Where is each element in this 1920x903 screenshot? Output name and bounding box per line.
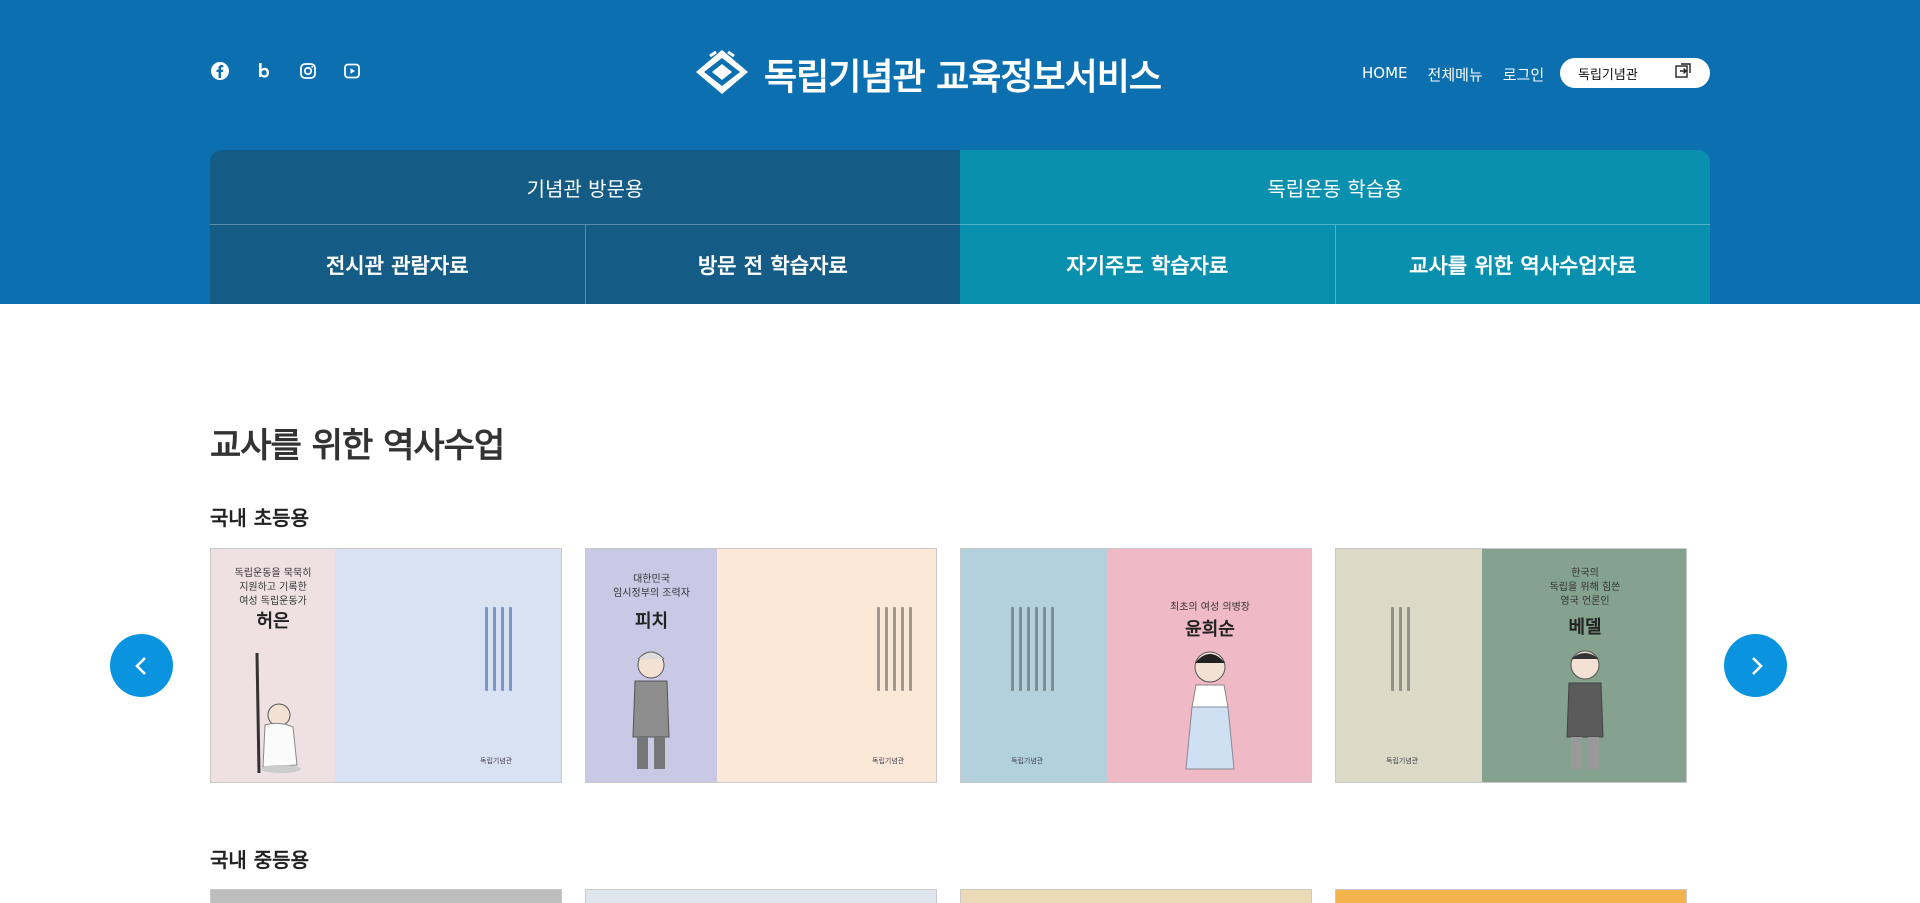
yunheesun-illustration <box>1185 651 1235 770</box>
menu-title-visit[interactable]: 기념관 방문용 <box>210 150 960 225</box>
top-navigation: HOME 전체메뉴 로그인 <box>1362 64 1544 85</box>
chevron-right-icon <box>1751 656 1763 675</box>
book-name: 피치 <box>634 611 669 632</box>
book-card[interactable] <box>210 889 562 903</box>
independence-hall-emblem-icon <box>694 48 750 100</box>
page-title: 교사를 위한 역사수업 <box>210 426 505 466</box>
site-logo[interactable]: 독립기념관 교육정보서비스 <box>694 48 1162 100</box>
publisher-label: 독립기념관 <box>872 757 905 765</box>
site-header: 독립기념관 교육정보서비스 HOME 전체메뉴 로그인 독립기념관 기념관 방문… <box>0 0 1920 304</box>
book-carousel-middle <box>210 889 1710 903</box>
publisher-label: 독립기념관 <box>1386 757 1419 765</box>
main-menu: 기념관 방문용 전시관 관람자료 방문 전 학습자료 독립운동 학습용 자기주도… <box>210 150 1710 304</box>
fitch-illustration <box>632 651 670 769</box>
publisher-label: 독립기념관 <box>480 757 513 765</box>
all-menu-link[interactable]: 전체메뉴 <box>1428 64 1483 85</box>
book-card[interactable] <box>1335 889 1687 903</box>
menu-item-self-study-materials[interactable]: 자기주도 학습자료 <box>960 225 1335 304</box>
chevron-left-icon <box>134 656 146 675</box>
external-link-icon <box>1674 62 1692 84</box>
book-name: 베델 <box>1568 617 1602 638</box>
book-subtitle: 최초의 여성 의병장 <box>1170 602 1250 613</box>
book-subtitle: 대한민국 임시정부의 조력자 <box>613 574 690 599</box>
blog-icon[interactable] <box>253 60 275 82</box>
menu-item-pre-visit-materials[interactable]: 방문 전 학습자료 <box>584 225 961 304</box>
menu-item-exhibition-materials[interactable]: 전시관 관람자료 <box>210 225 585 304</box>
home-link[interactable]: HOME <box>1362 64 1408 85</box>
site-select-label: 독립기념관 <box>1578 67 1638 83</box>
carousel-prev-button[interactable] <box>110 634 173 697</box>
book-card-heoeun[interactable]: 독립운동을 묵묵히 지원하고 기록한 여성 독립운동가 허은 독립기념관 <box>210 548 562 783</box>
site-select-button[interactable]: 독립기념관 <box>1560 58 1710 88</box>
menu-group-study: 독립운동 학습용 자기주도 학습자료 교사를 위한 역사수업자료 <box>960 150 1710 304</box>
publisher-label: 독립기념관 <box>1011 757 1044 765</box>
section-title-middle: 국내 중등용 <box>210 848 309 872</box>
social-links <box>209 60 363 82</box>
site-title: 독립기념관 교육정보서비스 <box>764 57 1162 98</box>
section-title-elementary: 국내 초등용 <box>210 506 309 530</box>
book-card[interactable] <box>585 889 937 903</box>
book-subtitle: 한국의 독립을 위해 힘쓴 영국 언론인 <box>1549 568 1621 607</box>
carousel-next-button[interactable] <box>1724 634 1787 697</box>
book-card-bethell[interactable]: 독립기념관 한국의 독립을 위해 힘쓴 영국 언론인 베델 <box>1335 548 1687 783</box>
facebook-icon[interactable] <box>209 60 231 82</box>
instagram-icon[interactable] <box>297 60 319 82</box>
book-name: 허은 <box>256 611 290 632</box>
bethell-illustration <box>1566 650 1604 769</box>
menu-group-visit: 기념관 방문용 전시관 관람자료 방문 전 학습자료 <box>210 150 960 304</box>
book-card-yunheesun[interactable]: 독립기념관 최초의 여성 의병장 윤희순 <box>960 548 1312 783</box>
youtube-icon[interactable] <box>341 60 363 82</box>
book-name: 윤희순 <box>1185 619 1235 640</box>
book-card[interactable] <box>960 889 1312 903</box>
book-card-fitch[interactable]: 대한민국 임시정부의 조력자 피치 독립기념관 <box>585 548 937 783</box>
book-subtitle: 독립운동을 묵묵히 지원하고 기록한 여성 독립운동가 <box>234 568 312 607</box>
menu-title-study[interactable]: 독립운동 학습용 <box>960 150 1710 225</box>
heoeun-illustration <box>255 652 301 774</box>
book-carousel: 독립운동을 묵묵히 지원하고 기록한 여성 독립운동가 허은 독립기념관 대한민… <box>210 548 1710 783</box>
login-link[interactable]: 로그인 <box>1503 64 1544 85</box>
menu-item-teacher-materials[interactable]: 교사를 위한 역사수업자료 <box>1334 225 1711 304</box>
